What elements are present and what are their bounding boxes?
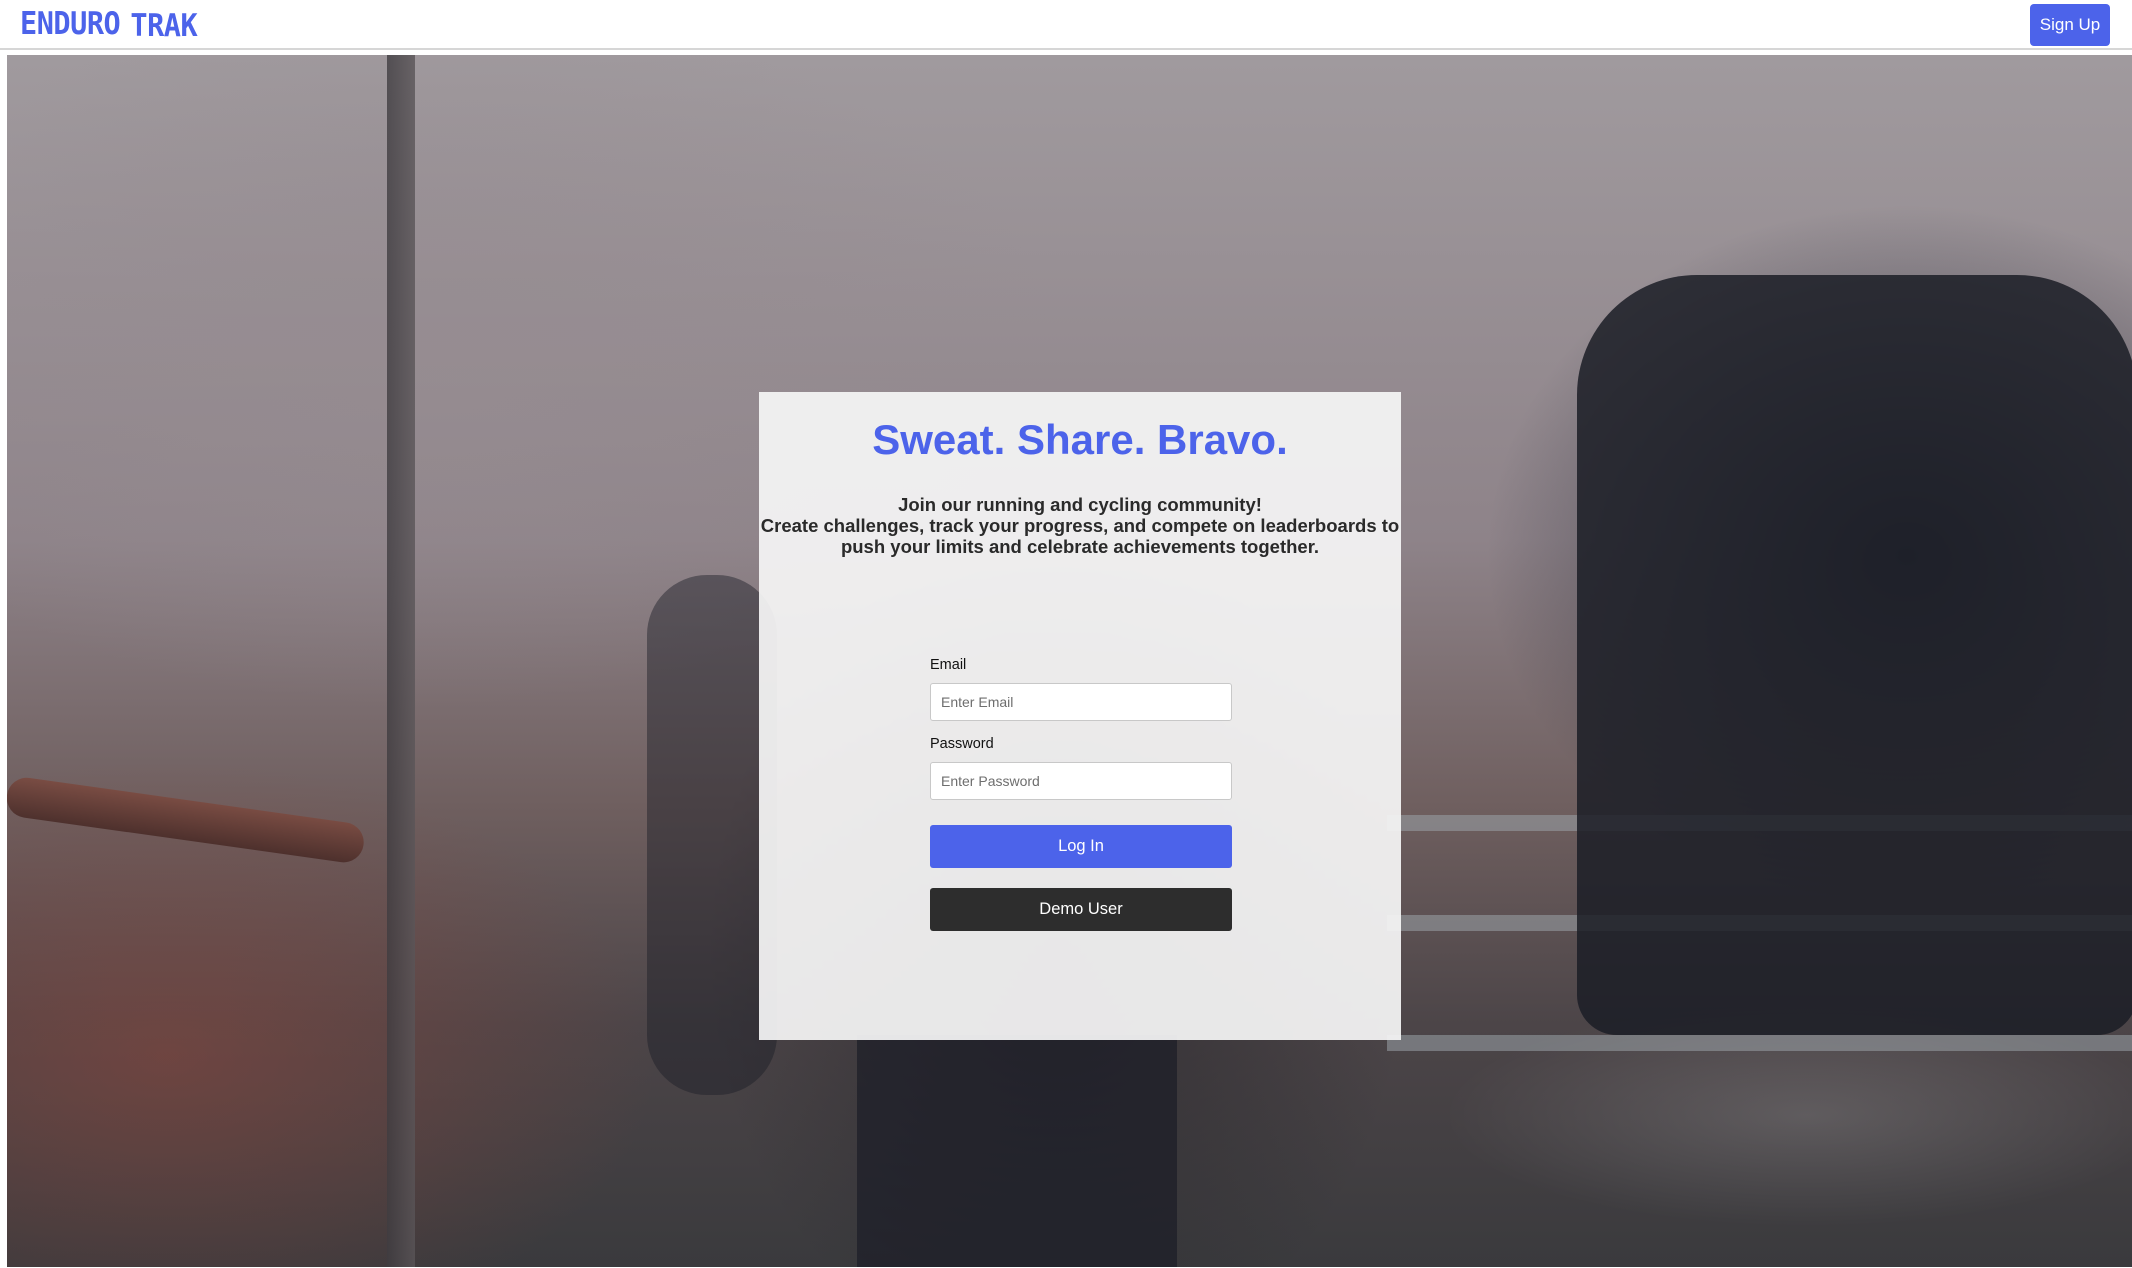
sign-up-button[interactable]: Sign Up: [2030, 4, 2110, 46]
runner-silhouette: [857, 1035, 1177, 1267]
logo-word-enduro: ENDURO: [20, 6, 121, 42]
demo-user-button[interactable]: Demo User: [930, 888, 1232, 931]
bridge-railing-left: [7, 775, 367, 865]
password-label: Password: [930, 736, 994, 752]
password-field[interactable]: [930, 762, 1232, 800]
card-title: Sweat. Share. Bravo.: [872, 416, 1288, 463]
card-description: Join our running and cycling community! …: [759, 494, 1401, 557]
top-navigation-bar: ENDURO TRAK Sign Up: [0, 0, 2132, 50]
logo-word-trak: TRAK: [130, 8, 198, 44]
runner-silhouette: [647, 575, 777, 1095]
log-in-button[interactable]: Log In: [930, 825, 1232, 868]
email-field[interactable]: [930, 683, 1232, 721]
runner-silhouette: [1577, 275, 2132, 1035]
bridge-pillar: [387, 55, 415, 1267]
email-label: Email: [930, 657, 967, 673]
login-card: Sweat. Share. Bravo. Join our running an…: [759, 392, 1401, 1040]
bridge-railing-right: [1387, 1035, 2132, 1051]
card-tagline: Join our running and cycling community!: [898, 494, 1262, 515]
card-description-text: Create challenges, track your progress, …: [760, 515, 1400, 557]
enduro-trak-logo[interactable]: ENDURO TRAK: [20, 4, 198, 44]
